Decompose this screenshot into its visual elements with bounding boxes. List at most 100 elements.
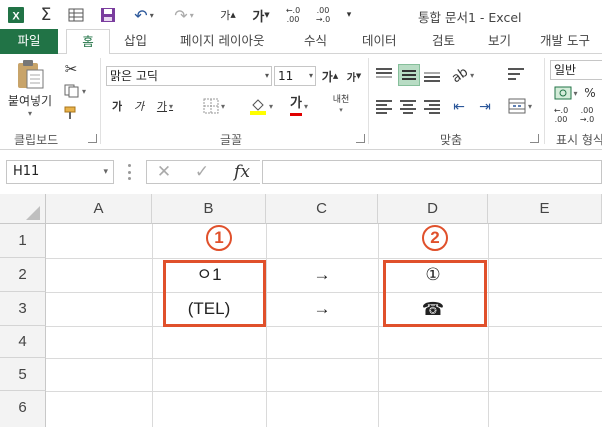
number-format-value: 일반 xyxy=(554,63,577,77)
column-header-c[interactable]: C xyxy=(266,194,378,224)
column-header-b[interactable]: B xyxy=(152,194,266,224)
font-grow-text: 가 xyxy=(321,69,333,84)
name-box[interactable]: H11 ▾ xyxy=(6,160,114,184)
tab-formulas[interactable]: 수식 xyxy=(304,29,327,54)
currency-icon[interactable]: ▾ xyxy=(552,84,580,102)
save-icon[interactable] xyxy=(98,4,118,26)
border-button[interactable]: ▾ xyxy=(198,96,230,116)
tab-view[interactable]: 보기 xyxy=(488,29,511,54)
sum-icon[interactable]: Σ xyxy=(36,4,56,26)
decimal-decrease-icon[interactable]: .00 →.0 xyxy=(312,4,334,26)
tab-insert[interactable]: 삽입 xyxy=(124,29,147,54)
decimal-remove-icon[interactable]: .00 →.0 xyxy=(576,104,598,126)
decrease-indent-icon[interactable]: ⇤ xyxy=(448,98,470,116)
font-shrink-label: 가 xyxy=(252,9,265,25)
redo-icon[interactable]: ↷ ▾ xyxy=(170,4,198,26)
decimal-add-icon[interactable]: ←.0.00 xyxy=(550,104,572,126)
row-header-6[interactable]: 6 xyxy=(0,391,46,427)
wrap-text-icon[interactable] xyxy=(506,64,528,86)
excel-logo-icon: X xyxy=(6,4,26,26)
row-header-4[interactable]: 4 xyxy=(0,326,46,358)
paste-icon xyxy=(18,60,44,89)
paste-label: 붙여넣기 xyxy=(7,94,53,108)
align-middle-icon[interactable] xyxy=(398,64,420,86)
align-right-icon[interactable] xyxy=(424,98,442,116)
window-title: 통합 문서1 - Excel xyxy=(418,10,522,25)
tab-page-layout[interactable]: 페이지 레이아웃 xyxy=(180,29,264,54)
title-bar: X Σ ↶ ▾ ↷ ▾ 가 ▲ 가 ▼ ←.0.00 .00 →.0 ▾ 통합 문서1 -… xyxy=(0,0,602,29)
ribbon-tabs: 파일 홈 삽입 페이지 레이아웃 수식 데이터 검토 보기 개발 도구 xyxy=(0,29,602,55)
column-header-a[interactable]: A xyxy=(46,194,152,224)
highlight-box-d xyxy=(383,260,487,327)
row-header-3[interactable]: 3 xyxy=(0,292,46,326)
formula-bar: H11 ▾ ✕ ✓ fx xyxy=(0,150,602,194)
decimal-increase-icon[interactable]: ←.0.00 xyxy=(282,4,304,26)
clipboard-group-label: 클립보드 xyxy=(14,133,59,147)
align-center-icon[interactable] xyxy=(400,98,418,116)
tab-developer[interactable]: 개발 도구 xyxy=(540,29,590,54)
tab-data[interactable]: 데이터 xyxy=(362,29,397,54)
font-shrink-icon[interactable]: 가 ▼ xyxy=(250,4,272,26)
tab-file[interactable]: 파일 xyxy=(0,29,58,54)
align-top-icon[interactable] xyxy=(376,66,394,84)
cell-c2[interactable]: → xyxy=(266,258,378,292)
tab-home[interactable]: 홈 xyxy=(66,29,110,55)
font-color-button[interactable]: 가 ▾ xyxy=(282,96,316,116)
worksheet-grid[interactable]: A B C D E 1 2 3 4 5 6 ㅇ1 → ① (TEL) → ☎ 1… xyxy=(0,194,602,427)
font-grow-label: 가 xyxy=(220,9,231,22)
font-shrink-button[interactable]: 가 ▼ xyxy=(344,66,364,86)
increase-indent-icon[interactable]: ⇥ xyxy=(474,98,496,116)
merge-center-icon[interactable]: ▾ xyxy=(504,96,536,116)
number-format-combo[interactable]: 일반 xyxy=(550,60,602,80)
svg-text:X: X xyxy=(12,11,20,23)
gridline xyxy=(46,358,602,359)
copy-icon[interactable]: ▾ xyxy=(60,82,90,100)
cell-c3[interactable]: → xyxy=(266,292,378,326)
separator xyxy=(100,58,101,144)
alignment-launcher-icon[interactable] xyxy=(530,134,539,143)
underline-button[interactable]: 가 ▾ xyxy=(152,96,178,116)
phonetic-text: 내천 xyxy=(332,95,350,105)
row-header-1[interactable]: 1 xyxy=(0,224,46,258)
cancel-icon[interactable]: ✕ xyxy=(153,162,175,182)
font-name-value: 맑은 고딕 xyxy=(110,69,158,83)
alignment-group-label: 맞춤 xyxy=(440,133,463,147)
column-header-e[interactable]: E xyxy=(488,194,602,224)
number-group-label: 표시 형식 xyxy=(556,133,602,147)
font-grow-button[interactable]: 가 ▲ xyxy=(320,66,340,86)
highlight-box-b xyxy=(163,260,266,327)
cut-icon[interactable]: ✂ xyxy=(60,60,82,78)
separator xyxy=(544,58,545,144)
phonetic-button[interactable]: 내천 ▾ xyxy=(326,94,356,116)
formula-buttons: ✕ ✓ fx xyxy=(146,160,260,184)
formula-input[interactable] xyxy=(262,160,602,184)
font-color-text: 가 xyxy=(290,97,302,116)
formula-bar-grip-icon[interactable] xyxy=(128,164,132,180)
bold-button[interactable]: 가 xyxy=(108,96,126,116)
format-painter-icon[interactable] xyxy=(60,104,82,122)
table-icon[interactable] xyxy=(66,4,86,26)
undo-icon[interactable]: ↶ ▾ xyxy=(130,4,158,26)
paste-button[interactable]: 붙여넣기 ▾ xyxy=(8,58,52,118)
font-launcher-icon[interactable] xyxy=(356,134,365,143)
fill-color-button[interactable]: ▾ xyxy=(244,96,278,116)
font-size-combo[interactable]: 11 ▾ xyxy=(274,66,316,86)
row-header-2[interactable]: 2 xyxy=(0,258,46,292)
align-left-icon[interactable] xyxy=(376,98,394,116)
clipboard-launcher-icon[interactable] xyxy=(88,134,97,143)
enter-icon[interactable]: ✓ xyxy=(191,162,213,182)
select-all-corner[interactable] xyxy=(0,194,46,224)
font-name-combo[interactable]: 맑은 고딕 ▾ xyxy=(106,66,272,86)
font-grow-icon[interactable]: 가 ▲ xyxy=(218,4,238,26)
font-group-label: 글꼴 xyxy=(220,133,243,147)
customize-icon[interactable]: ▾ xyxy=(342,4,356,26)
row-header-5[interactable]: 5 xyxy=(0,358,46,391)
align-bottom-icon[interactable] xyxy=(424,66,442,84)
tab-review[interactable]: 검토 xyxy=(432,29,455,54)
column-header-d[interactable]: D xyxy=(378,194,488,224)
percent-icon[interactable]: % xyxy=(582,84,598,102)
annotation-marker-1: 1 xyxy=(206,225,232,251)
insert-function-icon[interactable]: fx xyxy=(229,161,255,183)
orientation-icon[interactable]: ab ▾ xyxy=(448,64,478,86)
italic-button[interactable]: 가 xyxy=(130,96,148,116)
